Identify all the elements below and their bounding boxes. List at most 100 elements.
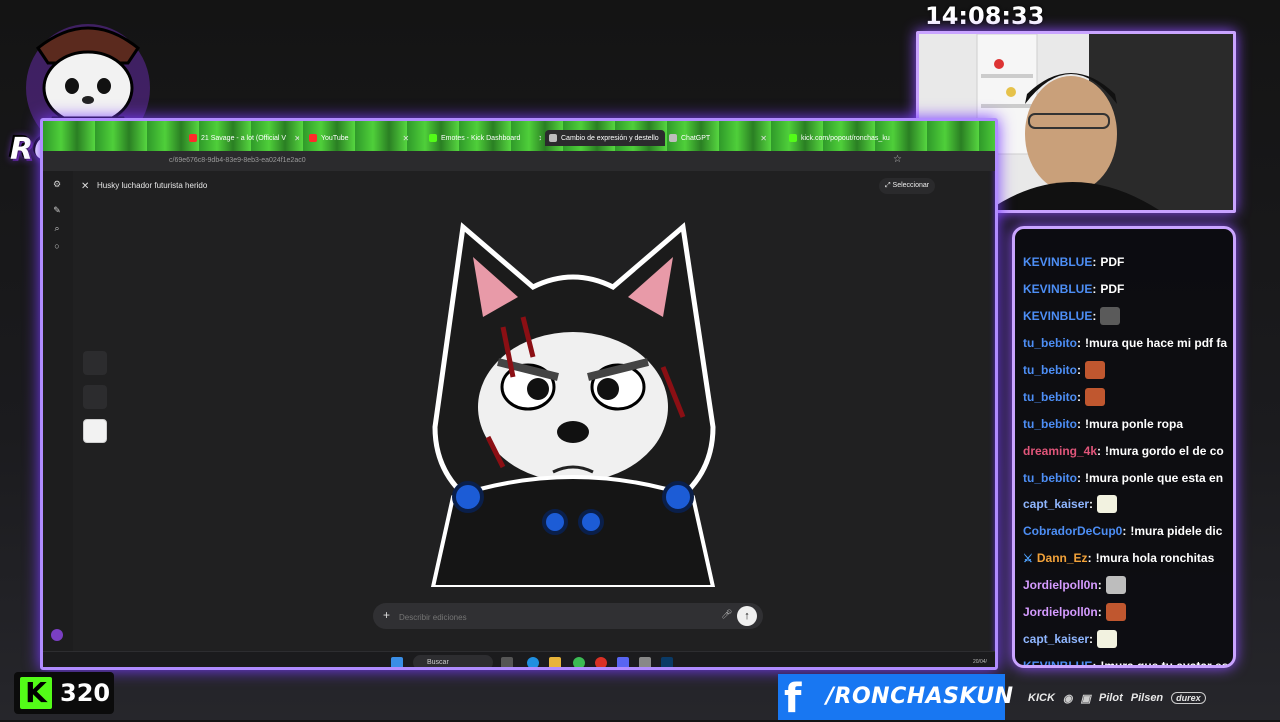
chat-text: !mura hola ronchitas: [1095, 551, 1215, 566]
task-view-icon[interactable]: [501, 657, 513, 667]
facebook-handle: /RONCHASKUN: [826, 684, 1014, 709]
tab-label: Emotes - Kick Dashboard: [441, 134, 521, 142]
close-icon[interactable]: ✕: [294, 134, 299, 143]
chat-separator: :: [1092, 658, 1097, 668]
sword-icon: ⚔: [1023, 552, 1033, 565]
close-icon[interactable]: ✕: [81, 181, 89, 192]
tab-kick-emotes[interactable]: Emotes - Kick Dashboard ✕: [429, 130, 541, 146]
kick-viewer-counter: K 320: [14, 672, 114, 714]
chat-message: dreaming_4k: !mura gordo el de co: [1023, 437, 1233, 464]
stream-chat: KEVINBLUE: PDF KEVINBLUE: PDF KEVINBLUE: tu_b…: [1012, 226, 1236, 668]
chat-username[interactable]: KEVINBLUE: [1023, 255, 1092, 269]
discord-icon[interactable]: [617, 657, 629, 667]
chat-icon[interactable]: ○: [52, 241, 62, 251]
chat-separator: :: [1092, 282, 1097, 297]
chat-username[interactable]: Jordielpoll0n: [1023, 605, 1098, 619]
chat-username[interactable]: tu_bebito: [1023, 363, 1077, 377]
image-thumbnail-selected[interactable]: [83, 419, 107, 443]
chat-text: !mura pidele dic: [1130, 524, 1223, 539]
chat-separator: :: [1097, 578, 1102, 593]
chat-separator: :: [1097, 443, 1102, 458]
avatar[interactable]: [51, 629, 63, 641]
new-chat-icon[interactable]: ✎: [52, 205, 62, 215]
chat-text: !mura ponle que esta en: [1085, 470, 1224, 485]
chrome-icon[interactable]: [573, 657, 585, 667]
plus-icon[interactable]: +: [383, 608, 390, 622]
chatgpt-logo-icon[interactable]: ⚙: [52, 179, 62, 189]
windows-start-icon[interactable]: [391, 657, 403, 667]
tab-youtube[interactable]: YouTube ✕: [309, 130, 417, 146]
bookmark-star-icon[interactable]: ☆: [893, 154, 902, 165]
face-emote: [1105, 603, 1126, 622]
shoe-emote: [1100, 307, 1121, 326]
image-thumbnail[interactable]: [83, 385, 107, 409]
youtube-icon: [309, 134, 317, 142]
chat-separator: :: [1089, 631, 1094, 646]
face-emote: [1085, 387, 1105, 406]
chat-username[interactable]: KEVINBLUE: [1023, 659, 1092, 665]
close-icon[interactable]: ✕: [760, 134, 767, 143]
select-label: Seleccionar: [892, 182, 930, 189]
close-icon[interactable]: ✕: [403, 134, 410, 143]
taskbar-search[interactable]: Buscar: [413, 655, 493, 667]
tab-chatgpt-image[interactable]: Cambio de expresión y destello: [545, 130, 665, 146]
tab-chatgpt[interactable]: ChatGPT ✕: [669, 130, 779, 146]
kick-icon: K: [20, 677, 52, 709]
windows-taskbar: Buscar 20/04/: [43, 651, 995, 667]
chat-message: KEVINBLUE: !mura que tu avatar es: [1023, 652, 1233, 668]
tab-youtube-music[interactable]: 21 Savage - a lot (Official V ✕: [189, 130, 299, 146]
address-bar[interactable]: c/69e676c8-9db4-83e9-8eb3-ea024f1e2ac0: [43, 151, 995, 171]
chat-message: Jordielpoll0n:: [1023, 599, 1233, 626]
chat-username[interactable]: tu_bebito: [1023, 336, 1077, 350]
select-button[interactable]: ⤢ Seleccionar: [879, 178, 936, 194]
edge-icon[interactable]: [527, 657, 539, 667]
chat-username[interactable]: dreaming_4k: [1023, 444, 1097, 458]
settings-icon[interactable]: [639, 657, 651, 667]
chat-separator: :: [1092, 255, 1097, 270]
duck-emote: [1097, 495, 1118, 514]
search-icon[interactable]: ⌕: [52, 223, 62, 233]
chat-username[interactable]: tu_bebito: [1023, 417, 1077, 431]
photoshop-icon[interactable]: [661, 657, 673, 667]
chat-text: !mura gordo el de co: [1105, 443, 1224, 458]
sponsor-durex: durex: [1171, 692, 1206, 704]
image-title: Husky luchador futurista herido: [97, 181, 208, 190]
cat-emote: [1105, 576, 1126, 595]
chat-separator: :: [1077, 416, 1081, 431]
chat-username[interactable]: KEVINBLUE: [1023, 309, 1092, 323]
taskbar-date: 20/04/: [973, 659, 987, 665]
chat-username[interactable]: capt_kaiser: [1023, 497, 1089, 511]
chat-separator: :: [1077, 363, 1081, 377]
send-button[interactable]: ↑: [737, 606, 757, 626]
chat-separator: :: [1077, 389, 1081, 404]
app-sidebar: ⚙ ✎ ⌕ ○: [43, 171, 73, 667]
chat-message: tu_bebito: !mura ponle que esta en: [1023, 464, 1233, 491]
chat-message: KEVINBLUE: PDF: [1023, 249, 1233, 276]
chat-username[interactable]: capt_kaiser: [1023, 632, 1089, 646]
chat-message: tu_bebito: !mura que hace mi pdf fa: [1023, 330, 1233, 357]
discord-icon: ◉: [1062, 692, 1073, 705]
chat-separator: :: [1122, 524, 1127, 539]
twitch-icon: ▣: [1080, 692, 1091, 705]
facebook-icon: f: [784, 676, 802, 722]
close-icon[interactable]: ✕: [538, 134, 541, 143]
chat-username[interactable]: KEVINBLUE: [1023, 282, 1092, 296]
edit-prompt-input[interactable]: [397, 609, 701, 625]
tab-kick-popout[interactable]: kick.com/popout/ronchas_ku: [789, 130, 909, 146]
chat-message: KEVINBLUE:: [1023, 303, 1233, 330]
opera-icon[interactable]: [595, 657, 607, 667]
chat-username[interactable]: CobradorDeCup0: [1023, 524, 1122, 538]
chat-username[interactable]: Jordielpoll0n: [1023, 578, 1098, 592]
youtube-icon: [189, 134, 197, 142]
chatgpt-icon: [549, 134, 557, 142]
chat-message: KEVINBLUE: PDF: [1023, 276, 1233, 303]
file-explorer-icon[interactable]: [549, 657, 561, 667]
chat-message: capt_kaiser:: [1023, 625, 1233, 652]
microphone-icon[interactable]: 🎤︎: [721, 609, 732, 620]
chat-username[interactable]: tu_bebito: [1023, 471, 1077, 485]
image-thumbnail[interactable]: [83, 351, 107, 375]
chat-username[interactable]: tu_bebito: [1023, 390, 1077, 404]
chat-message-list: KEVINBLUE: PDF KEVINBLUE: PDF KEVINBLUE: tu_b…: [1023, 249, 1233, 668]
chat-username[interactable]: Dann_Ez: [1037, 551, 1088, 565]
edit-prompt-bar: + 🎤︎ ↑: [373, 603, 763, 629]
